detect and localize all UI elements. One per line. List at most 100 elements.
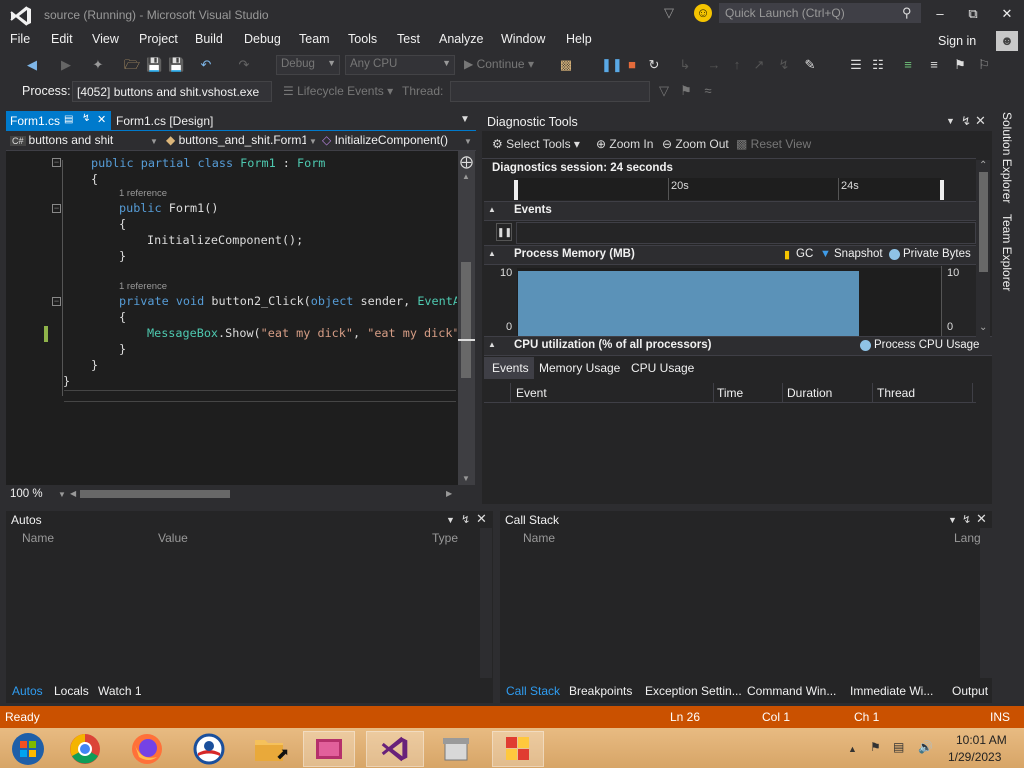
pin-icon[interactable]: ↯	[961, 114, 971, 128]
solution-platform-select[interactable]: Any CPU ▼	[345, 55, 455, 75]
zoom-level-select[interactable]: 100 %	[10, 488, 43, 500]
archive-app-taskbar-button[interactable]	[430, 731, 482, 767]
tab-memory-usage[interactable]: Memory Usage	[539, 361, 620, 375]
action-center-flag-icon[interactable]: ⚑	[870, 740, 881, 754]
next-bookmark-icon[interactable]: ⚐	[976, 57, 992, 73]
search-icon[interactable]: ⚲	[902, 5, 912, 21]
call-stack-column-name[interactable]: Name	[523, 531, 555, 545]
tab-cpu-usage[interactable]: CPU Usage	[631, 361, 694, 375]
start-button[interactable]	[2, 731, 54, 767]
bookmark-icon[interactable]: ⚑	[952, 57, 968, 73]
column-event[interactable]: Event	[516, 386, 547, 400]
notifications-filter-icon[interactable]: ▽	[664, 5, 678, 21]
sign-in-link[interactable]: Sign in	[938, 34, 976, 48]
close-panel-icon[interactable]: ✕	[975, 113, 986, 129]
column-time[interactable]: Time	[717, 386, 743, 400]
maximize-button[interactable]: ⧉	[959, 4, 987, 24]
scroll-left-icon[interactable]: ◀	[70, 489, 76, 498]
menu-file[interactable]: File	[10, 32, 30, 46]
continue-button[interactable]: ▶ Continue ▾	[464, 57, 534, 71]
filter-thread-icon[interactable]: ▽	[656, 83, 672, 99]
pin-icon[interactable]: ↯	[962, 513, 971, 526]
solution-explorer-tab[interactable]: Solution Explorer	[1000, 112, 1014, 203]
menu-view[interactable]: View	[92, 32, 119, 46]
collapse-icon[interactable]: −	[52, 158, 61, 167]
break-all-icon[interactable]: ❚❚	[601, 57, 623, 73]
indent-icon[interactable]: ≡	[900, 57, 916, 73]
tab-immediate-window[interactable]: Immediate Wi...	[850, 684, 933, 698]
scroll-up-icon[interactable]: ⌃	[979, 160, 987, 171]
obama-logo-taskbar-button[interactable]	[183, 731, 235, 767]
scroll-down-icon[interactable]: ▼	[462, 474, 470, 483]
tab-form1-cs[interactable]: Form1.cs ▤ ↯ ✕	[6, 111, 111, 131]
menu-edit[interactable]: Edit	[51, 32, 73, 46]
zoom-in-button[interactable]: ⊕ Zoom In	[596, 137, 653, 151]
navigate-back-icon[interactable]: ◀	[24, 57, 40, 73]
timeline-start-handle[interactable]	[514, 180, 518, 200]
menu-test[interactable]: Test	[397, 32, 420, 46]
uncomment-icon[interactable]: ☷	[870, 57, 886, 73]
collapse-icon[interactable]: −	[52, 204, 61, 213]
timeline-end-handle[interactable]	[940, 180, 944, 200]
zoom-out-button[interactable]: ⊖ Zoom Out	[662, 137, 729, 151]
team-explorer-tab[interactable]: Team Explorer	[1000, 214, 1014, 291]
minimize-button[interactable]: –	[926, 4, 954, 24]
menu-help[interactable]: Help	[566, 32, 592, 46]
tab-call-stack[interactable]: Call Stack	[506, 684, 560, 698]
feedback-smiley-icon[interactable]: ☺	[694, 4, 712, 22]
step-over-icon[interactable]: ↑	[729, 57, 745, 73]
open-file-icon[interactable]: 🗁	[124, 57, 140, 73]
outdent-icon[interactable]: ≡	[926, 57, 942, 73]
step-into-icon[interactable]: →	[706, 57, 722, 73]
menu-project[interactable]: Project	[139, 32, 178, 46]
redo-icon[interactable]: ↷	[236, 57, 252, 73]
tab-autos[interactable]: Autos	[12, 684, 43, 698]
window-position-icon[interactable]: ▼	[946, 116, 955, 126]
scroll-right-icon[interactable]: ▶	[446, 489, 452, 498]
office-taskbar-button[interactable]	[492, 731, 544, 767]
reset-view-button[interactable]: ▩ Reset View	[736, 137, 811, 151]
close-window-button[interactable]: ✕	[993, 4, 1021, 24]
show-next-statement-icon[interactable]: ↳	[677, 57, 693, 73]
tab-form1-design[interactable]: Form1.cs [Design]	[116, 114, 213, 128]
pause-events-icon[interactable]: ❚❚	[496, 223, 512, 241]
visual-studio-taskbar-button[interactable]	[366, 731, 424, 767]
menu-debug[interactable]: Debug	[244, 32, 281, 46]
tab-output[interactable]: Output	[952, 684, 988, 698]
member-nav-select[interactable]: ◇ InitializeComponent()	[322, 133, 462, 150]
media-app-taskbar-button[interactable]	[303, 731, 355, 767]
menu-analyze[interactable]: Analyze	[439, 32, 483, 46]
stop-debugging-icon[interactable]: ■	[624, 57, 640, 73]
thread-select[interactable]	[450, 81, 650, 102]
collapse-icon[interactable]: −	[52, 297, 61, 306]
close-tab-icon[interactable]: ✕	[97, 113, 106, 126]
project-nav-select[interactable]: C# buttons and shit	[10, 133, 158, 150]
undo-icon[interactable]: ↶	[198, 57, 214, 73]
solution-configuration-select[interactable]: Debug ▼	[276, 55, 340, 75]
save-all-icon[interactable]: 💾	[168, 57, 184, 73]
pin-icon[interactable]: ↯	[461, 513, 470, 526]
menu-window[interactable]: Window	[501, 32, 545, 46]
select-tools-button[interactable]: ⚙ Select Tools ▾	[492, 137, 580, 151]
clock-time[interactable]: 10:01 AM	[956, 733, 1007, 747]
stack-frame-icon[interactable]: ≈	[700, 83, 716, 99]
clock-date[interactable]: 1/29/2023	[948, 750, 1001, 764]
pin-tab-icon[interactable]: ↯	[82, 113, 90, 124]
class-nav-select[interactable]: ◆ buttons_and_shit.Form1	[166, 133, 306, 150]
menu-build[interactable]: Build	[195, 32, 223, 46]
menu-tools[interactable]: Tools	[348, 32, 377, 46]
debug-target-icon[interactable]: ▩	[558, 57, 574, 73]
autos-scrollbar[interactable]	[480, 528, 492, 678]
scroll-down-icon[interactable]: ⌄	[979, 322, 987, 333]
pin-icon[interactable]: ▤	[64, 114, 73, 125]
column-thread[interactable]: Thread	[877, 386, 915, 400]
events-section-header[interactable]	[484, 201, 976, 221]
restart-icon[interactable]: ↻	[646, 57, 662, 73]
column-duration[interactable]: Duration	[787, 386, 832, 400]
toggle-comment-icon[interactable]: ☰	[848, 57, 864, 73]
network-icon[interactable]: ▤	[893, 740, 904, 754]
call-stack-column-lang[interactable]: Lang	[954, 531, 981, 545]
quick-launch-input[interactable]: Quick Launch (Ctrl+Q)	[719, 3, 921, 23]
close-panel-icon[interactable]: ✕	[976, 511, 987, 527]
lifecycle-events-button[interactable]: ☰ Lifecycle Events ▾	[283, 84, 393, 98]
